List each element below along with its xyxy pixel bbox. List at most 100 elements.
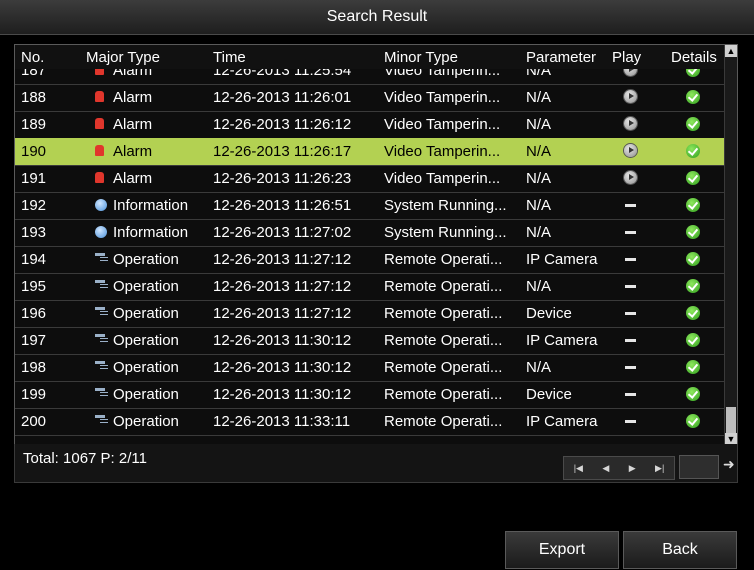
details-check-icon[interactable] — [686, 306, 700, 320]
operation-icon — [95, 334, 105, 337]
table-row[interactable]: 189 Alarm 12-26-2013 11:26:12 Video Tamperi… — [15, 111, 725, 139]
details-check-icon[interactable] — [686, 279, 700, 293]
table-row[interactable]: 200 Operation 12-26-2013 11:33:11 Remote Op… — [15, 408, 725, 436]
parameter: IP Camera — [526, 332, 598, 349]
table-row[interactable]: 192 Information 12-26-2013 11:26:51 System … — [15, 192, 725, 220]
row-number: 193 — [21, 224, 47, 241]
details-check-icon[interactable] — [686, 198, 700, 212]
row-number: 189 — [21, 116, 47, 133]
back-button[interactable]: Back — [623, 531, 737, 569]
column-header-details[interactable]: Details — [671, 49, 717, 66]
results-table: No. Major Type Time Minor Type Parameter… — [14, 44, 738, 446]
table-row[interactable]: 196 Operation 12-26-2013 11:27:12 Remote Op… — [15, 300, 725, 328]
details-check-icon[interactable] — [686, 360, 700, 374]
major-type: Operation — [113, 278, 179, 295]
details-check-icon[interactable] — [686, 387, 700, 401]
details-check-icon[interactable] — [686, 144, 700, 158]
row-number: 199 — [21, 386, 47, 403]
column-header-major-type[interactable]: Major Type — [86, 49, 160, 66]
table-row[interactable]: 199 Operation 12-26-2013 11:30:12 Remote Op… — [15, 381, 725, 409]
table-row[interactable]: 191 Alarm 12-26-2013 11:26:23 Video Tamperi… — [15, 165, 725, 193]
row-number: 198 — [21, 359, 47, 376]
details-check-icon[interactable] — [686, 90, 700, 104]
pagination-controls: |◀ ◀ ▶ ▶| — [563, 456, 675, 480]
search-result-window: Search Result No. Major Type Time Minor … — [0, 0, 754, 570]
info-icon — [95, 199, 107, 211]
operation-icon — [95, 361, 105, 364]
table-row[interactable]: 195 Operation 12-26-2013 11:27:12 Remote Op… — [15, 273, 725, 301]
row-number: 196 — [21, 305, 47, 322]
parameter: N/A — [526, 278, 552, 295]
scroll-up-icon[interactable]: ▲ — [725, 45, 737, 57]
event-time: 12-26-2013 11:26:17 — [213, 143, 352, 160]
no-playback-dash — [625, 420, 636, 423]
major-type: Alarm — [113, 69, 153, 79]
row-number: 194 — [21, 251, 47, 268]
column-header-minor-type[interactable]: Minor Type — [384, 49, 458, 66]
page-number-input[interactable] — [679, 455, 719, 479]
next-page-icon[interactable]: ▶ — [629, 463, 636, 474]
details-check-icon[interactable] — [686, 414, 700, 428]
event-time: 12-26-2013 11:30:12 — [213, 359, 352, 376]
details-check-icon[interactable] — [686, 225, 700, 239]
first-page-icon[interactable]: |◀ — [574, 463, 583, 474]
play-icon[interactable] — [624, 171, 637, 184]
major-type: Operation — [113, 251, 179, 268]
column-header-no[interactable]: No. — [21, 49, 44, 66]
event-time: 12-26-2013 11:26:23 — [213, 170, 352, 187]
play-icon[interactable] — [624, 117, 637, 130]
play-icon[interactable] — [624, 69, 637, 76]
minor-type: Remote Operati... — [384, 305, 503, 322]
play-icon[interactable] — [624, 90, 637, 103]
no-playback-dash — [625, 285, 636, 288]
table-row[interactable]: 197 Operation 12-26-2013 11:30:12 Remote Op… — [15, 327, 725, 355]
results-footer: Total: 1067 P: 2/11 |◀ ◀ ▶ ▶| ➜ — [14, 444, 738, 483]
major-type: Alarm — [113, 170, 153, 187]
table-row[interactable]: 198 Operation 12-26-2013 11:30:12 Remote Op… — [15, 354, 725, 382]
parameter: N/A — [526, 89, 552, 106]
major-type: Operation — [113, 359, 179, 376]
details-check-icon[interactable] — [686, 117, 700, 131]
export-button[interactable]: Export — [505, 531, 619, 569]
column-header-time[interactable]: Time — [213, 49, 246, 66]
major-type: Alarm — [113, 89, 153, 106]
operation-icon — [95, 280, 105, 283]
table-row[interactable]: 194 Operation 12-26-2013 11:27:12 Remote Op… — [15, 246, 725, 274]
major-type: Operation — [113, 305, 179, 322]
parameter: N/A — [526, 224, 552, 241]
row-number: 190 — [21, 143, 47, 160]
row-number: 187 — [21, 69, 47, 79]
minor-type: Remote Operati... — [384, 413, 503, 430]
no-playback-dash — [625, 258, 636, 261]
table-row[interactable]: 188 Alarm 12-26-2013 11:26:01 Video Tamperi… — [15, 84, 725, 112]
prev-page-icon[interactable]: ◀ — [602, 463, 609, 474]
minor-type: Video Tamperin... — [384, 69, 501, 79]
column-header-parameter[interactable]: Parameter — [526, 49, 596, 66]
no-playback-dash — [625, 366, 636, 369]
details-check-icon[interactable] — [686, 171, 700, 185]
table-row[interactable]: 190 Alarm 12-26-2013 11:26:17 Video Tamperi… — [15, 138, 725, 166]
vertical-scrollbar[interactable]: ▲ ▼ — [724, 45, 737, 445]
parameter: N/A — [526, 69, 552, 79]
info-icon — [95, 226, 107, 238]
operation-icon — [95, 253, 105, 256]
column-header-play[interactable]: Play — [612, 49, 641, 66]
go-arrow-icon[interactable]: ➜ — [723, 456, 735, 473]
parameter: N/A — [526, 170, 552, 187]
details-check-icon[interactable] — [686, 333, 700, 347]
operation-icon — [95, 415, 105, 418]
details-check-icon[interactable] — [686, 69, 700, 77]
event-time: 12-26-2013 11:27:02 — [213, 224, 352, 241]
row-number: 197 — [21, 332, 47, 349]
table-row[interactable]: 187 Alarm 12-26-2013 11:25:54 Video Tamperi… — [15, 69, 725, 85]
major-type: Information — [113, 224, 189, 241]
table-row[interactable]: 193 Information 12-26-2013 11:27:02 System … — [15, 219, 725, 247]
major-type: Alarm — [113, 143, 153, 160]
last-page-icon[interactable]: ▶| — [655, 463, 664, 474]
window-title: Search Result — [326, 8, 428, 25]
details-check-icon[interactable] — [686, 252, 700, 266]
minor-type: Remote Operati... — [384, 359, 503, 376]
play-icon[interactable] — [624, 144, 637, 157]
title-bar: Search Result — [0, 0, 754, 35]
no-playback-dash — [625, 231, 636, 234]
